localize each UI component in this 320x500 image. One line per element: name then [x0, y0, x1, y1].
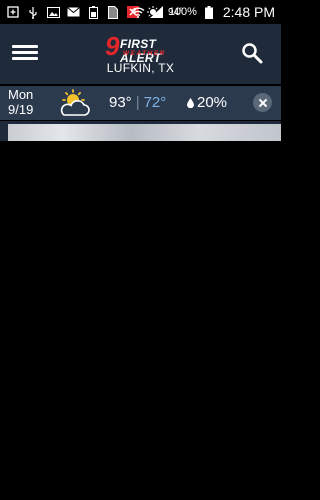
banner-image: [8, 124, 281, 141]
menu-icon-line: [12, 51, 38, 54]
status-bar: 94° 100% 2:48 PM: [0, 0, 281, 24]
search-icon: [242, 43, 263, 64]
logo-number: 9: [105, 31, 120, 61]
forecast-day: Mon 9/19: [8, 87, 33, 117]
signal-icon: [150, 5, 164, 19]
main-content: [0, 141, 281, 500]
menu-icon-line: [12, 57, 38, 60]
logo-weather: WEATHER: [123, 50, 166, 57]
temp-separator: |: [135, 94, 140, 111]
status-time: 2:48 PM: [222, 4, 275, 20]
location-label[interactable]: LUFKIN, TX: [0, 61, 281, 75]
precip-chance: 20%: [187, 94, 227, 111]
first-alert-logo: 9 FIRST ALERT WEATHER: [105, 31, 185, 65]
logo-first: FIRST: [120, 37, 157, 51]
battery-icon: [202, 5, 216, 19]
status-icons-right: 100% 2:48 PM: [131, 0, 275, 24]
forecast-temps: 93° | 72°: [109, 94, 166, 111]
forecast-weekday: Mon: [8, 87, 34, 102]
menu-icon-line: [12, 45, 38, 48]
low-temp: 72°: [143, 94, 167, 111]
mail-icon: [66, 5, 80, 19]
partly-cloudy-icon: [60, 89, 90, 116]
sim-icon: [106, 5, 120, 19]
banner-strip: [0, 121, 281, 141]
close-forecast-button[interactable]: [253, 93, 272, 112]
image-icon: [46, 5, 60, 19]
wifi-icon: [131, 5, 145, 19]
battery-saver-icon: [86, 5, 100, 19]
search-button[interactable]: [241, 42, 263, 64]
high-temp: 93°: [109, 94, 132, 111]
battery-percent: 100%: [168, 6, 197, 18]
app-header: 9 FIRST ALERT WEATHER LUFKIN, TX: [0, 24, 281, 84]
raindrop-icon: [187, 97, 194, 108]
precip-value: 20%: [197, 94, 228, 111]
usb-icon: [26, 5, 40, 19]
forecast-bar[interactable]: Mon 9/19 93° | 72° 20%: [0, 86, 281, 120]
forecast-date: 9/19: [8, 102, 34, 117]
plus-icon: [6, 5, 20, 19]
